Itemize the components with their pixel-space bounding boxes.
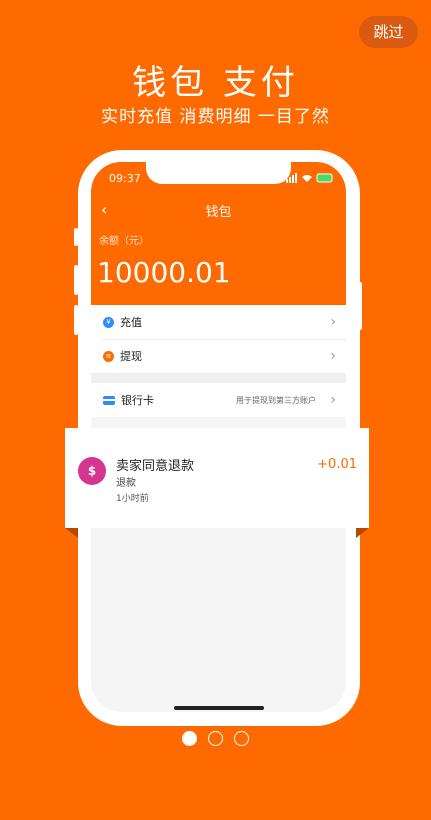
battery-icon	[316, 173, 333, 183]
hero-subtitle: 实时充值 消费明细 一目了然	[101, 107, 330, 127]
wifi-icon	[302, 175, 312, 182]
menu-item-recharge[interactable]: ¥ 充值 ›	[91, 305, 346, 339]
phone-side-button	[74, 265, 78, 295]
fold-shadow-right	[356, 528, 369, 538]
wallet-title: 钱包	[205, 205, 232, 220]
balance-label: 余额（元）	[99, 236, 149, 247]
card-icon	[103, 395, 115, 405]
notification-amount: +0.01	[317, 457, 357, 472]
menu-item-withdraw[interactable]: ≡ 提现 ›	[91, 339, 346, 373]
chevron-right-icon: ›	[330, 392, 336, 408]
home-indicator	[174, 706, 264, 710]
menu-item-bank-card[interactable]: 银行卡 用于提现到第三方账户 ›	[91, 383, 346, 417]
chevron-right-icon: ›	[330, 314, 336, 330]
bank-card-hint: 用于提现到第三方账户	[236, 395, 316, 405]
withdraw-icon: ≡	[103, 350, 114, 362]
refund-notification-card[interactable]: $ 卖家同意退款 退款 1小时前 +0.01	[65, 428, 369, 528]
skip-button[interactable]: 跳过	[359, 16, 418, 48]
hero-title: 钱包 支付	[132, 63, 299, 103]
pagination-dots	[182, 731, 249, 746]
phone-side-button	[74, 305, 78, 335]
menu-list: ¥ 充值 › ≡ 提现 ›	[91, 305, 346, 373]
status-time: 09:37	[109, 172, 141, 185]
page-dot-1[interactable]	[182, 731, 197, 746]
status-icons	[286, 173, 333, 183]
menu-item-label: 充值	[120, 316, 142, 329]
refund-icon: $	[78, 457, 106, 485]
notification-time: 1小时前	[116, 494, 149, 504]
notification-title: 卖家同意退款	[116, 459, 195, 474]
recharge-icon: ¥	[103, 316, 114, 328]
menu-item-label: 提现	[120, 350, 142, 363]
phone-side-button	[74, 228, 78, 246]
phone-notch	[146, 162, 291, 184]
balance-value: 10000.01	[97, 256, 231, 289]
page-dot-3[interactable]	[234, 731, 249, 746]
signal-icon	[286, 179, 288, 183]
fold-shadow-left	[65, 528, 78, 538]
page-dot-2[interactable]	[208, 731, 223, 746]
chevron-right-icon: ›	[330, 348, 336, 364]
phone-side-button	[358, 282, 362, 330]
bank-card-label: 银行卡	[121, 394, 154, 407]
notification-type: 退款	[116, 478, 136, 489]
section-gap	[91, 373, 346, 383]
